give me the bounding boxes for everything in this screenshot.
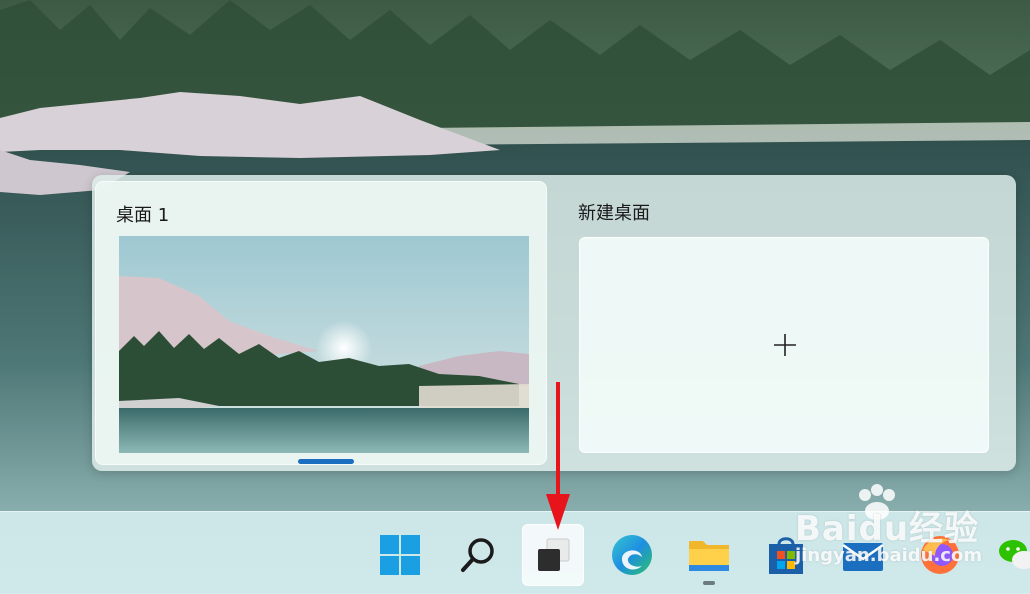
start-button[interactable] [369,524,431,586]
desktop-1-label: 桌面 1 [116,205,170,226]
desktop-1-card[interactable]: 桌面 1 [95,181,547,465]
watermark-sub-text: jingyan.baidu.com [795,545,983,566]
new-desktop-button[interactable] [579,237,989,453]
task-view-button[interactable] [522,524,584,586]
search-button[interactable] [447,524,509,586]
edge-button[interactable] [601,524,663,586]
running-indicator [703,581,715,585]
watermark-main-text: Baidu经验 [795,509,980,549]
windows-logo-icon [380,535,420,575]
baidu-watermark: Baidu经验 jingyan.baidu.com [785,483,1030,593]
active-desktop-indicator [298,459,354,464]
search-icon [461,538,494,572]
file-explorer-button[interactable] [678,524,740,586]
plus-icon [774,334,796,356]
new-desktop-label: 新建桌面 [578,203,650,224]
folder-icon [689,541,729,571]
task-view-icon [538,538,570,571]
red-arrow-annotation [546,382,570,530]
edge-browser-icon [612,535,652,575]
desktop-1-thumbnail[interactable] [119,236,529,453]
